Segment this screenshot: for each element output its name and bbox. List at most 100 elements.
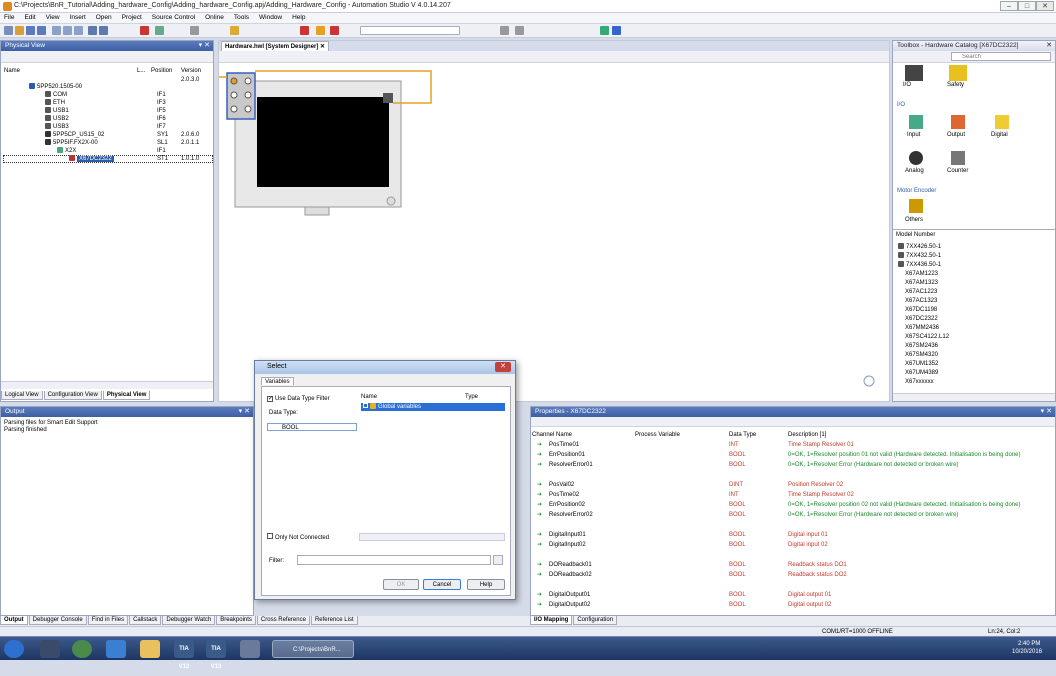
close-button[interactable]: ✕ <box>1036 1 1054 11</box>
global-variables-item[interactable]: Global variables <box>361 403 505 411</box>
col-variable-name[interactable]: Name <box>361 393 377 401</box>
tab-breakpoints[interactable]: Breakpoints <box>216 616 256 625</box>
model-item[interactable]: X67MM2436 <box>905 324 939 332</box>
model-item[interactable]: X67AC1323 <box>905 297 937 305</box>
paste-icon[interactable] <box>74 26 83 35</box>
menu-window[interactable]: Window <box>255 13 286 22</box>
model-item[interactable]: X67AM1223 <box>905 270 938 278</box>
designer-canvas[interactable] <box>219 65 889 401</box>
filter-counter[interactable]: Counter <box>947 167 968 175</box>
tab-output[interactable]: Output <box>0 616 28 625</box>
channel-name[interactable]: DigitalInput01 <box>549 531 586 539</box>
analog-icon[interactable] <box>909 151 923 165</box>
model-item[interactable]: X67SM2436 <box>905 342 938 350</box>
menu-online[interactable]: Online <box>201 13 228 22</box>
maximize-button[interactable]: □ <box>1018 1 1036 11</box>
channel-name[interactable]: PosTime02 <box>549 491 579 499</box>
category-io[interactable]: I/O <box>903 81 911 89</box>
channel-name[interactable]: PosVal02 <box>549 481 574 489</box>
filter-output[interactable]: Output <box>947 131 965 139</box>
ok-button[interactable]: OK <box>383 579 419 590</box>
model-item[interactable]: X67UM4389 <box>905 369 938 377</box>
toolbar-icon-b[interactable] <box>515 26 524 35</box>
stop-icon[interactable] <box>300 26 309 35</box>
tab-callstack[interactable]: Callstack <box>129 616 162 625</box>
tree-item-if-module[interactable]: 5PP5IF.FX2X-00 <box>45 139 98 147</box>
transfer-icon[interactable] <box>230 26 239 35</box>
model-item[interactable]: X67DC1198 <box>905 306 937 314</box>
tia-v12-icon[interactable]: TIA V12 <box>174 640 194 670</box>
input-icon[interactable] <box>909 115 923 129</box>
tab-configuration[interactable]: Configuration <box>573 616 618 625</box>
counter-icon[interactable] <box>951 151 965 165</box>
toolbar-icon-a[interactable] <box>500 26 509 35</box>
tab-logical-view[interactable]: Logical View <box>1 391 43 400</box>
menu-view[interactable]: View <box>42 13 64 22</box>
col-channel-name[interactable]: Channel Name <box>532 431 572 439</box>
model-item[interactable]: 7XX426.50-1 <box>898 243 941 251</box>
tab-physical-view[interactable]: Physical View <box>102 391 151 400</box>
filter-others[interactable]: Others <box>905 216 923 224</box>
panel-close-icon[interactable]: ✕ <box>1046 41 1052 49</box>
safety-category-icon[interactable] <box>949 65 967 81</box>
tree-item-plc[interactable]: 5PP520.1505-00 <box>29 83 82 91</box>
save-all-icon[interactable] <box>37 26 46 35</box>
digital-icon[interactable] <box>995 115 1009 129</box>
tab-debugger-watch[interactable]: Debugger Watch <box>162 616 216 625</box>
col-description[interactable]: Description [1] <box>788 431 826 439</box>
open-icon[interactable] <box>15 26 24 35</box>
cut-icon[interactable] <box>52 26 61 35</box>
toolbar-combo[interactable] <box>360 26 460 35</box>
channel-name[interactable]: PosTime01 <box>549 441 579 449</box>
model-item[interactable]: X67SC4122.L12 <box>905 333 949 341</box>
output-icon[interactable] <box>951 115 965 129</box>
tree-item-usb1[interactable]: USB1 <box>45 107 69 115</box>
model-item[interactable]: X67SM4320 <box>905 351 938 359</box>
channel-name[interactable]: DigitalOutput02 <box>549 601 590 609</box>
menu-project[interactable]: Project <box>118 13 146 22</box>
data-type-field[interactable]: BOOL <box>267 423 357 431</box>
taskbar-active-window[interactable]: C:\Projects\BnR... <box>272 640 354 658</box>
help-button[interactable]: Help <box>467 579 505 590</box>
col-l[interactable]: L... <box>137 67 145 75</box>
col-process-variable[interactable]: Process Variable <box>635 431 680 439</box>
tree-item-com[interactable]: COM <box>45 91 67 99</box>
tree-item-x67dc2322[interactable]: X67DC2322 <box>69 155 114 163</box>
minimize-button[interactable]: – <box>1000 1 1018 11</box>
channel-name[interactable]: ErrPosition01 <box>549 451 585 459</box>
horizontal-scrollbar[interactable] <box>1 381 213 389</box>
warning-icon[interactable] <box>330 26 339 35</box>
copy-icon[interactable] <box>63 26 72 35</box>
tree-item-usb2[interactable]: USB2 <box>45 115 69 123</box>
tab-io-mapping[interactable]: I/O Mapping <box>530 616 573 625</box>
build-icon[interactable] <box>190 26 199 35</box>
col-position[interactable]: Position <box>151 67 172 75</box>
save-icon[interactable] <box>26 26 35 35</box>
filter-input[interactable] <box>297 555 491 565</box>
dialog-close-button[interactable]: ✕ <box>495 362 511 372</box>
model-item[interactable]: X67AC1223 <box>905 288 937 296</box>
panel-close-icon[interactable]: ▾ ✕ <box>199 41 210 49</box>
menu-edit[interactable]: Edit <box>20 13 39 22</box>
monitor-icon[interactable] <box>600 26 609 35</box>
channel-name[interactable]: DOReadback01 <box>549 561 592 569</box>
start-button[interactable] <box>4 640 24 658</box>
col-variable-type[interactable]: Type <box>465 393 478 401</box>
channel-name[interactable]: ErrPosition02 <box>549 501 585 509</box>
taskbar-app-icon[interactable] <box>40 640 60 658</box>
undo-icon[interactable] <box>88 26 97 35</box>
delete-icon[interactable] <box>140 26 149 35</box>
folder-icon[interactable] <box>140 640 160 658</box>
filter-input[interactable]: Input <box>907 131 920 139</box>
model-item[interactable]: 7XX432.50-1 <box>898 252 941 260</box>
tab-cross-reference[interactable]: Cross Reference <box>256 616 310 625</box>
channel-name[interactable]: ResolverError02 <box>549 511 593 519</box>
tree-item-usb3[interactable]: USB3 <box>45 123 69 131</box>
tree-item-eth[interactable]: ETH <box>45 99 65 107</box>
tab-find-in-files[interactable]: Find in Files <box>87 616 129 625</box>
tab-configuration-view[interactable]: Configuration View <box>43 391 102 400</box>
tree-item-cpu[interactable]: 5PP5CP_US15_02 <box>45 131 104 139</box>
model-item[interactable]: X67UM1352 <box>905 360 938 368</box>
menu-source-control[interactable]: Source Control <box>148 13 199 22</box>
toolbox-search-input[interactable] <box>951 52 1051 61</box>
